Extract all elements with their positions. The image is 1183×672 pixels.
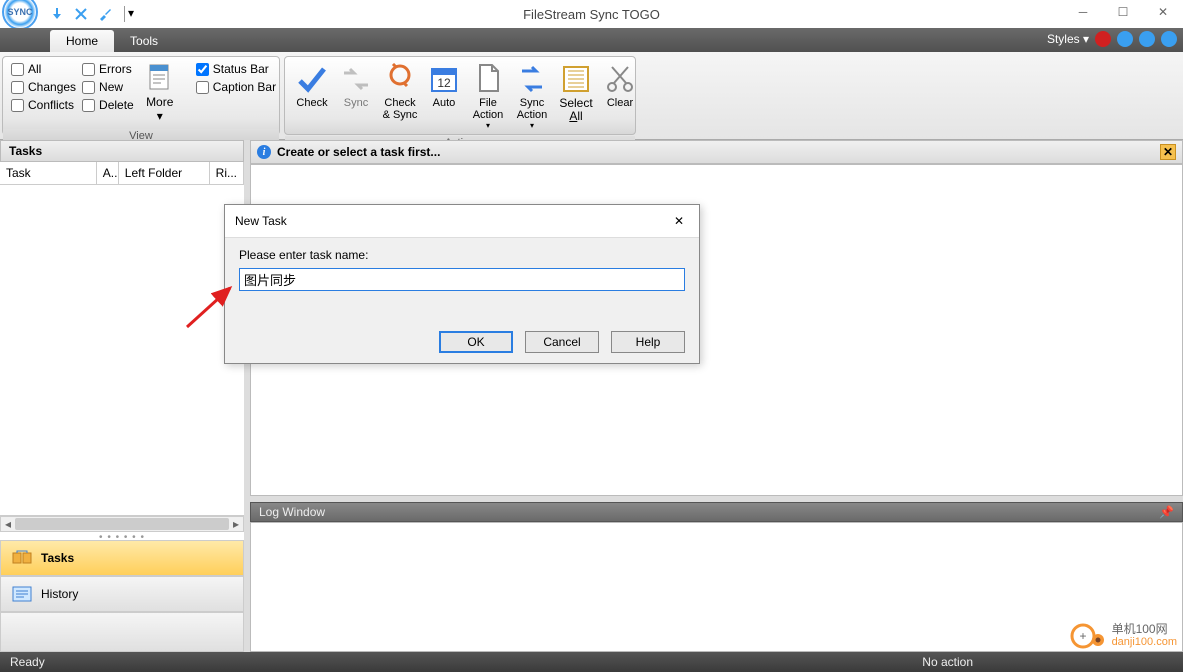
document-icon [144, 63, 176, 95]
title-bar: SYNC ▾ FileStream Sync TOGO ─ ☐ ✕ [0, 0, 1183, 28]
scissors-icon [604, 63, 636, 95]
check-icon [296, 63, 328, 95]
nav-tasks-label: Tasks [41, 551, 74, 565]
ribbon-group-view: All Changes Conflicts Errors New Delete … [2, 56, 280, 135]
scroll-right-icon[interactable]: ▸ [229, 517, 243, 531]
qat-brush-icon[interactable] [96, 5, 114, 23]
menu-bar: Home Tools Styles ▾ [0, 28, 1183, 52]
check-sync-button[interactable]: Check & Sync [379, 61, 421, 123]
chk-caption-bar[interactable]: Caption Bar [194, 79, 278, 95]
col-a[interactable]: A.. [97, 162, 119, 184]
svg-text:12: 12 [437, 76, 451, 90]
dialog-title: New Task [235, 214, 287, 228]
chk-delete[interactable]: Delete [80, 97, 136, 113]
ribbon-group-action: Check Sync Check & Sync 12Auto File Acti… [284, 56, 636, 135]
minimize-button[interactable]: ─ [1063, 0, 1103, 24]
help-button[interactable]: Help [611, 331, 685, 353]
col-task[interactable]: Task [0, 162, 97, 184]
ok-button[interactable]: OK [439, 331, 513, 353]
tasks-table: Task A.. Left Folder Ri... [0, 162, 244, 516]
clear-button[interactable]: Clear [599, 61, 641, 111]
log-body [250, 522, 1183, 652]
nav-spacer [0, 612, 244, 652]
file-action-button[interactable]: File Action▾ [467, 61, 509, 132]
watermark-logo-icon: + [1070, 620, 1108, 652]
log-pin-icon[interactable]: 📌 [1159, 505, 1174, 519]
nav-history[interactable]: History [0, 576, 244, 612]
log-title: Log Window [259, 505, 325, 519]
home-orb-icon[interactable] [1117, 31, 1133, 47]
chk-all[interactable]: All [9, 61, 78, 77]
col-left-folder[interactable]: Left Folder [119, 162, 210, 184]
maximize-button[interactable]: ☐ [1103, 0, 1143, 24]
select-all-icon [560, 63, 592, 95]
sync-orb-icon[interactable] [1139, 31, 1155, 47]
dialog-prompt: Please enter task name: [239, 248, 685, 262]
info-icon: i [257, 145, 271, 159]
cancel-button[interactable]: Cancel [525, 331, 599, 353]
ribbon: All Changes Conflicts Errors New Delete … [0, 52, 1183, 140]
dialog-titlebar: New Task ✕ [225, 205, 699, 238]
left-pane: Tasks Task A.. Left Folder Ri... ◂ ▸ • •… [0, 140, 250, 652]
chk-new[interactable]: New [80, 79, 136, 95]
help-orb-icon[interactable] [1161, 31, 1177, 47]
splitter-grip[interactable]: • • • • • • [0, 532, 244, 540]
sync-action-button[interactable]: Sync Action▾ [511, 61, 553, 132]
file-icon [472, 63, 504, 95]
app-logo-icon: SYNC [2, 0, 38, 30]
calendar-icon: 12 [428, 63, 460, 95]
quick-access-toolbar: ▾ [48, 5, 134, 23]
scroll-thumb[interactable] [15, 518, 229, 530]
log-header: Log Window 📌 [250, 502, 1183, 522]
status-right: No action [922, 655, 973, 669]
tab-tools[interactable]: Tools [114, 30, 174, 52]
tasks-icon [11, 549, 33, 567]
qat-save-icon[interactable] [48, 5, 66, 23]
styles-dropdown[interactable]: Styles ▾ [1047, 32, 1089, 46]
chk-errors[interactable]: Errors [80, 61, 136, 77]
status-left: Ready [10, 655, 45, 669]
watermark: + 单机100网 danji100.com [1070, 620, 1177, 652]
more-button[interactable]: More▾ [138, 61, 182, 125]
auto-button[interactable]: 12Auto [423, 61, 465, 111]
check-button[interactable]: Check [291, 61, 333, 111]
info-close-button[interactable]: ✕ [1160, 144, 1176, 160]
dialog-close-button[interactable]: ✕ [669, 211, 689, 231]
horizontal-scrollbar[interactable]: ◂ ▸ [0, 516, 244, 532]
info-message: Create or select a task first... [277, 145, 1154, 159]
chk-changes[interactable]: Changes [9, 79, 78, 95]
red-orb-icon[interactable] [1095, 31, 1111, 47]
sync-button: Sync [335, 61, 377, 111]
chk-status-bar[interactable]: Status Bar [194, 61, 278, 77]
info-bar: i Create or select a task first... ✕ [250, 140, 1183, 164]
tab-home[interactable]: Home [50, 30, 114, 52]
new-task-dialog: New Task ✕ Please enter task name: OK Ca… [224, 204, 700, 364]
nav-tasks[interactable]: Tasks [0, 540, 244, 576]
select-all-button[interactable]: Select All [555, 61, 597, 125]
close-button[interactable]: ✕ [1143, 0, 1183, 24]
watermark-url: danji100.com [1112, 636, 1177, 649]
nav-history-label: History [41, 587, 78, 601]
tasks-pane-header: Tasks [0, 140, 244, 162]
app-title: FileStream Sync TOGO [523, 7, 660, 22]
sync-action-icon [516, 63, 548, 95]
history-icon [11, 585, 33, 603]
watermark-cn: 单机100网 [1112, 623, 1177, 636]
status-bar: Ready No action [0, 652, 1183, 672]
check-sync-icon [384, 63, 416, 95]
qat-customize-dropdown[interactable]: ▾ [124, 6, 134, 22]
chk-conflicts[interactable]: Conflicts [9, 97, 78, 113]
scroll-left-icon[interactable]: ◂ [1, 517, 15, 531]
svg-text:+: + [1079, 629, 1086, 643]
task-name-input[interactable] [239, 268, 685, 291]
sync-arrows-icon [340, 63, 372, 95]
qat-delete-icon[interactable] [72, 5, 90, 23]
col-right-folder[interactable]: Ri... [210, 162, 244, 184]
